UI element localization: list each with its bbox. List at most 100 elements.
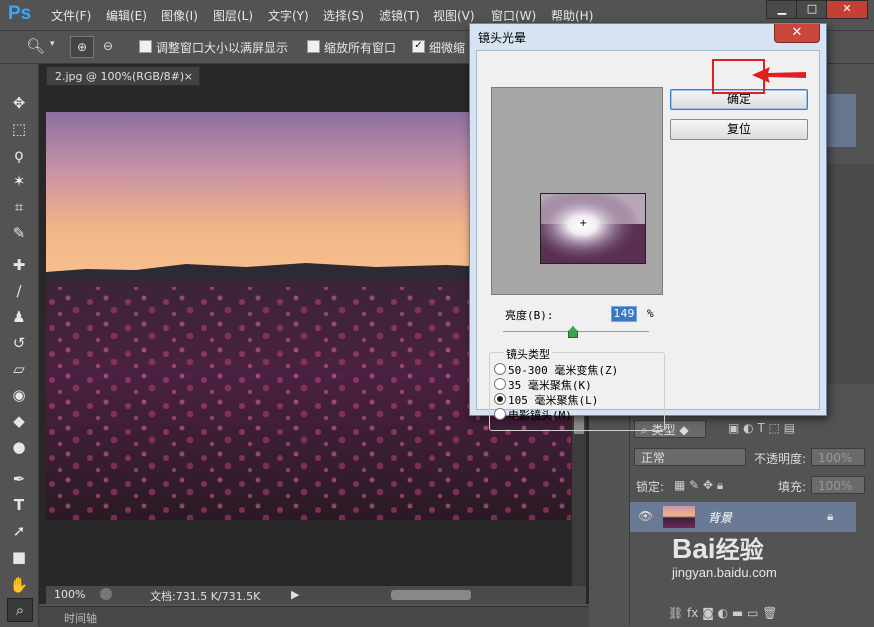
brightness-slider-thumb[interactable]: [568, 326, 578, 338]
horizontal-scroll-thumb[interactable]: [391, 590, 471, 600]
lens-105-label[interactable]: 105 毫米聚焦(L): [508, 392, 598, 408]
lock-label: 锁定:: [636, 480, 665, 494]
fill-input[interactable]: 100%: [811, 476, 865, 494]
document-size: 文档:731.5 K/731.5K: [150, 590, 261, 603]
eye-icon[interactable]: 👁︎: [638, 509, 653, 523]
scrubby-zoom-checkbox[interactable]: ✓: [412, 40, 425, 53]
menu-layer[interactable]: 图层(L): [213, 7, 253, 24]
zoom-tool-icon[interactable]: ⌕: [7, 598, 33, 622]
flare-preview: +: [491, 87, 663, 295]
adjustments-panel: [825, 164, 874, 384]
lasso-tool-icon[interactable]: ϙ: [7, 144, 31, 166]
clone-stamp-icon[interactable]: ♟: [7, 306, 31, 328]
lock-icon: 🔒︎: [827, 509, 834, 523]
marquee-tool-icon[interactable]: ⬚: [7, 118, 31, 140]
menu-help[interactable]: 帮助(H): [551, 7, 593, 24]
layer-row-background[interactable]: 👁︎ 背景 🔒︎: [630, 502, 856, 532]
menu-image[interactable]: 图像(I): [161, 7, 198, 24]
baidu-watermark: Bai经验 jingyan.baidu.com: [672, 530, 777, 580]
scrubby-zoom-label: 细微缩: [429, 41, 466, 55]
close-icon: ✕: [791, 25, 803, 40]
move-tool-icon[interactable]: ✥: [7, 92, 31, 114]
menu-file[interactable]: 文件(F): [51, 7, 91, 24]
layer-name: 背景: [708, 511, 733, 525]
status-bar: 100% 文档:731.5 K/731.5K ▶: [46, 586, 586, 604]
menu-edit[interactable]: 编辑(E): [106, 7, 147, 24]
red-arrow-icon: [752, 67, 806, 83]
zoom-out-icon[interactable]: ⊖: [97, 36, 119, 56]
layers-panel: ⌕ 类型 ◆ ▣ ◐ T ⬚ ▤ 正常 不透明度: 100% 锁定: ▦ ✎ ✥…: [629, 414, 874, 626]
photoshop-logo: Ps: [8, 3, 32, 24]
menu-window[interactable]: 窗口(W): [491, 7, 536, 24]
minimize-button[interactable]: ▁: [766, 0, 798, 19]
type-tool-icon[interactable]: T: [7, 494, 31, 516]
blur-tool-icon[interactable]: ◆: [7, 410, 31, 432]
lens-105-radio[interactable]: [494, 393, 506, 405]
filter-icons[interactable]: ▣ ◐ T ⬚ ▤: [728, 421, 795, 435]
brush-tool-icon[interactable]: ∕: [7, 280, 31, 302]
zoom-in-icon[interactable]: ⊕: [70, 36, 94, 58]
brightness-input[interactable]: 149: [611, 306, 637, 322]
pen-tool-icon[interactable]: ✒: [7, 468, 31, 490]
shape-tool-icon[interactable]: ■: [7, 546, 31, 568]
zoom-all-label: 缩放所有窗口: [324, 41, 397, 55]
menu-select[interactable]: 选择(S): [323, 7, 364, 24]
preview-thumbnail[interactable]: +: [540, 193, 646, 264]
share-icon[interactable]: [100, 588, 112, 600]
close-button[interactable]: ✕: [826, 0, 868, 19]
path-select-icon[interactable]: ➚: [7, 520, 31, 542]
lock-icons[interactable]: ▦ ✎ ✥ 🔒︎: [674, 478, 723, 493]
menu-filter[interactable]: 滤镜(T): [379, 7, 420, 24]
eyedropper-icon[interactable]: ✎: [7, 222, 31, 244]
healing-brush-icon[interactable]: ✚: [7, 254, 31, 276]
resize-windows-label: 调整窗口大小以满屏显示: [156, 41, 289, 55]
svg-text:+: +: [579, 218, 587, 229]
layer-actions[interactable]: ⛓ fx ◙ ◐ ▬ ▭ 🗑︎: [668, 606, 777, 620]
magic-wand-icon[interactable]: ✶: [7, 170, 31, 192]
lens-50-300-label[interactable]: 50-300 毫米变焦(Z): [508, 362, 618, 378]
timeline-panel: 时间轴: [39, 606, 589, 627]
opacity-input[interactable]: 100%: [811, 448, 865, 466]
timeline-label[interactable]: 时间轴: [64, 610, 97, 626]
panel-highlight: [826, 94, 856, 147]
zoom-level[interactable]: 100%: [54, 588, 85, 601]
reset-button[interactable]: 复位: [670, 119, 808, 140]
lens-50-300-radio[interactable]: [494, 363, 506, 375]
blend-mode-select[interactable]: 正常: [634, 448, 746, 466]
document-tab[interactable]: 2.jpg @ 100%(RGB/8#) ×: [46, 66, 200, 86]
watermark-url: jingyan.baidu.com: [672, 565, 777, 580]
lens-type-group: 镜头类型 50-300 毫米变焦(Z) 35 毫米聚焦(K) 105 毫米聚焦(…: [489, 346, 665, 431]
watermark-brand: Bai: [672, 533, 716, 564]
dialog-title: 镜头光晕: [478, 31, 527, 45]
lens-35-label[interactable]: 35 毫米聚焦(K): [508, 377, 592, 393]
maximize-button[interactable]: □: [796, 0, 828, 19]
chevron-down-icon[interactable]: ▾: [50, 39, 55, 49]
tools-panel: ✥ ⬚ ϙ ✶ ⌗ ✎ ✚ ∕ ♟ ↺ ▱ ◉ ◆ ● ✒ T ➚ ■ ✋ ⌕: [0, 64, 39, 626]
hand-tool-icon[interactable]: ✋: [7, 574, 31, 596]
dialog-close-button[interactable]: ✕: [774, 24, 820, 43]
layer-thumbnail: [663, 506, 695, 528]
history-brush-icon[interactable]: ↺: [7, 332, 31, 354]
crop-tool-icon[interactable]: ⌗: [7, 196, 31, 218]
dialog-body: + 确定 复位 亮度(B): 149 % 镜头类型 50-300 毫米变焦(Z)…: [476, 50, 820, 431]
dodge-tool-icon[interactable]: ●: [7, 436, 31, 458]
document-tab-title: 2.jpg @ 100%(RGB/8#): [55, 70, 185, 83]
lens-35-radio[interactable]: [494, 378, 506, 390]
lens-movie-label[interactable]: 电影镜头(M): [508, 407, 572, 423]
opacity-label: 不透明度:: [754, 452, 807, 466]
play-arrow-icon[interactable]: ▶: [291, 588, 299, 601]
menu-type[interactable]: 文字(Y): [268, 7, 309, 24]
preview-image: +: [541, 194, 645, 263]
zoom-all-checkbox[interactable]: [307, 40, 320, 53]
zoom-tool-icon[interactable]: 🔍︎: [26, 37, 45, 55]
close-tab-icon[interactable]: ×: [184, 67, 193, 87]
watermark-brand-suffix: 经验: [715, 537, 764, 564]
lens-type-label: 镜头类型: [504, 346, 552, 362]
lens-movie-radio[interactable]: [494, 408, 506, 420]
eraser-tool-icon[interactable]: ▱: [7, 358, 31, 380]
brightness-unit: %: [647, 307, 654, 320]
paint-bucket-icon[interactable]: ◉: [7, 384, 31, 406]
resize-windows-checkbox[interactable]: [139, 40, 152, 53]
brightness-label: 亮度(B):: [505, 309, 554, 322]
menu-view[interactable]: 视图(V): [433, 7, 475, 24]
